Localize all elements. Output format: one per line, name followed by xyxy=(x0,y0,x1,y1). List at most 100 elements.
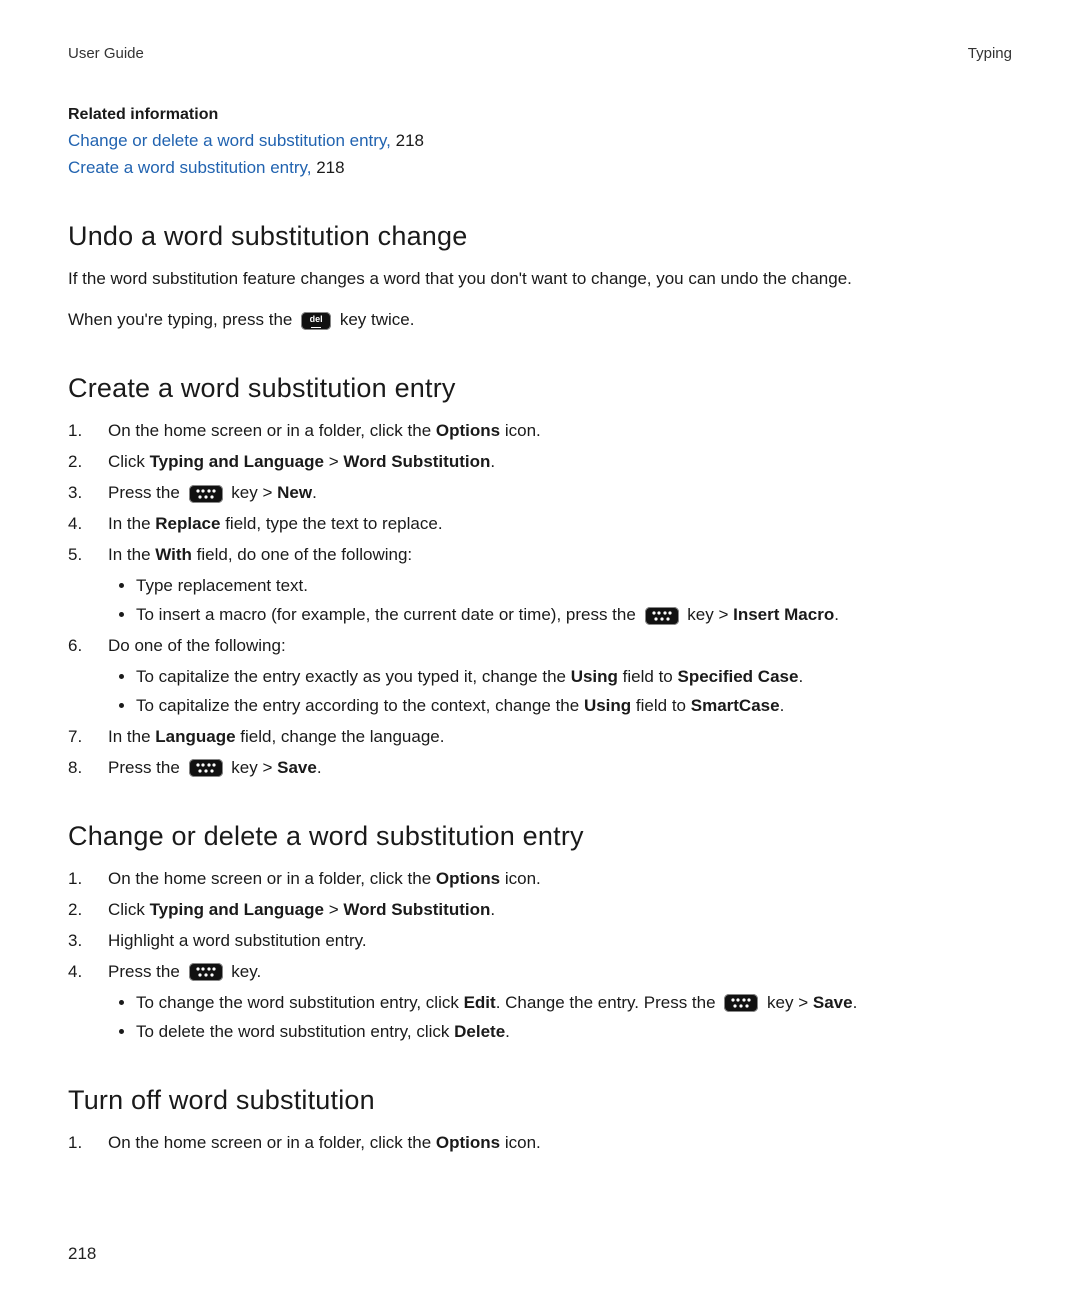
text-fragment: key > xyxy=(687,605,733,624)
options-label: Options xyxy=(436,869,500,888)
list-item: In the Replace field, type the text to r… xyxy=(68,513,1012,536)
text-fragment: key. xyxy=(231,962,261,981)
text-fragment: . xyxy=(780,696,785,715)
word-substitution-label: Word Substitution xyxy=(343,900,490,919)
list-item: In the Language field, change the langua… xyxy=(68,726,1012,749)
text-fragment: Click xyxy=(108,900,150,919)
text-fragment: . xyxy=(798,667,803,686)
list-item: To change the word substitution entry, c… xyxy=(136,992,1012,1015)
text-fragment: In the xyxy=(108,514,155,533)
list-item: Press the key. To change the word substi… xyxy=(68,961,1012,1044)
text-fragment: icon. xyxy=(500,421,541,440)
menu-key-icon xyxy=(189,963,223,981)
new-label: New xyxy=(277,483,312,502)
related-link-create[interactable]: Create a word substitution entry, xyxy=(68,158,311,177)
text-fragment: Press the xyxy=(108,962,185,981)
text-fragment: . xyxy=(317,758,322,777)
del-key-label: del xyxy=(301,313,331,325)
menu-key-icon xyxy=(645,607,679,625)
text-fragment: To capitalize the entry exactly as you t… xyxy=(136,667,571,686)
list-item: On the home screen or in a folder, click… xyxy=(68,1132,1012,1155)
options-label: Options xyxy=(436,1133,500,1152)
list-item: In the With field, do one of the followi… xyxy=(68,544,1012,627)
list-item: Highlight a word substitution entry. xyxy=(68,930,1012,953)
text-fragment: Press the xyxy=(108,758,185,777)
list-item: Press the key > New. xyxy=(68,482,1012,505)
using-label: Using xyxy=(584,696,631,715)
list-item: Do one of the following: To capitalize t… xyxy=(68,635,1012,718)
options-label: Options xyxy=(436,421,500,440)
text-fragment: On the home screen or in a folder, click… xyxy=(108,421,436,440)
list-item: On the home screen or in a folder, click… xyxy=(68,868,1012,891)
text-fragment: key > xyxy=(767,993,813,1012)
change-delete-steps-list: On the home screen or in a folder, click… xyxy=(68,868,1012,1044)
delete-label: Delete xyxy=(454,1022,505,1041)
sub-bullet-list: To capitalize the entry exactly as you t… xyxy=(108,666,1012,718)
text-fragment: On the home screen or in a folder, click… xyxy=(108,1133,436,1152)
text-fragment: icon. xyxy=(500,869,541,888)
header-section-title: Typing xyxy=(968,44,1012,64)
text-fragment: Click xyxy=(108,452,150,471)
list-item: To capitalize the entry exactly as you t… xyxy=(136,666,1012,689)
edit-label: Edit xyxy=(464,993,496,1012)
text-fragment: key > xyxy=(231,483,277,502)
text-fragment: . xyxy=(834,605,839,624)
menu-key-icon xyxy=(189,485,223,503)
undo-paragraph: If the word substitution feature changes… xyxy=(68,268,1012,291)
text-fragment: In the xyxy=(108,545,155,564)
text-fragment: Press the xyxy=(108,483,185,502)
undo-instruction: When you're typing, press the del key tw… xyxy=(68,309,1012,332)
text-fragment: > xyxy=(324,900,343,919)
sub-bullet-list: Type replacement text. To insert a macro… xyxy=(108,575,1012,627)
list-item: Press the key > Save. xyxy=(68,757,1012,780)
text-fragment: . xyxy=(853,993,858,1012)
smartcase-label: SmartCase xyxy=(691,696,780,715)
text-fragment: field, type the text to replace. xyxy=(220,514,442,533)
text-fragment: To delete the word substitution entry, c… xyxy=(136,1022,454,1041)
text-fragment: . xyxy=(312,483,317,502)
text-fragment: field to xyxy=(631,696,691,715)
heading-undo: Undo a word substitution change xyxy=(68,218,1012,254)
text-fragment: To change the word substitution entry, c… xyxy=(136,993,464,1012)
text-fragment: field, do one of the following: xyxy=(192,545,412,564)
text-fragment: . xyxy=(505,1022,510,1041)
text-fragment: To insert a macro (for example, the curr… xyxy=(136,605,641,624)
specified-case-label: Specified Case xyxy=(677,667,798,686)
text-fragment: . xyxy=(490,900,495,919)
turn-off-steps-list: On the home screen or in a folder, click… xyxy=(68,1132,1012,1155)
text-fragment: Do one of the following: xyxy=(108,636,286,655)
header-guide-title: User Guide xyxy=(68,44,144,64)
del-key-icon: del xyxy=(301,312,331,330)
with-label: With xyxy=(155,545,192,564)
related-link-change-delete[interactable]: Change or delete a word substitution ent… xyxy=(68,131,391,150)
related-link-page: 218 xyxy=(396,131,424,150)
text-fragment: . Change the entry. Press the xyxy=(496,993,721,1012)
text-fragment: To capitalize the entry according to the… xyxy=(136,696,584,715)
text-fragment: On the home screen or in a folder, click… xyxy=(108,869,436,888)
list-item: To capitalize the entry according to the… xyxy=(136,695,1012,718)
document-page: User Guide Typing Related information Ch… xyxy=(0,0,1080,1296)
save-label: Save xyxy=(277,758,317,777)
using-label: Using xyxy=(571,667,618,686)
menu-key-icon xyxy=(724,994,758,1012)
list-item: To delete the word substitution entry, c… xyxy=(136,1021,1012,1044)
text-fragment: > xyxy=(324,452,343,471)
replace-label: Replace xyxy=(155,514,220,533)
list-item: Type replacement text. xyxy=(136,575,1012,598)
text-fragment: icon. xyxy=(500,1133,541,1152)
save-label: Save xyxy=(813,993,853,1012)
page-header: User Guide Typing xyxy=(68,44,1012,64)
text-fragment: . xyxy=(490,452,495,471)
list-item: Click Typing and Language > Word Substit… xyxy=(68,899,1012,922)
text-fragment: field to xyxy=(618,667,678,686)
list-item: Click Typing and Language > Word Substit… xyxy=(68,451,1012,474)
text-fragment: key > xyxy=(231,758,277,777)
text-fragment: field, change the language. xyxy=(236,727,445,746)
word-substitution-label: Word Substitution xyxy=(343,452,490,471)
related-link-page: 218 xyxy=(316,158,344,177)
text-fragment: In the xyxy=(108,727,155,746)
text-fragment: When you're typing, press the xyxy=(68,310,297,329)
related-link-row: Change or delete a word substitution ent… xyxy=(68,130,1012,153)
menu-key-icon xyxy=(189,759,223,777)
related-link-row: Create a word substitution entry, 218 xyxy=(68,157,1012,180)
